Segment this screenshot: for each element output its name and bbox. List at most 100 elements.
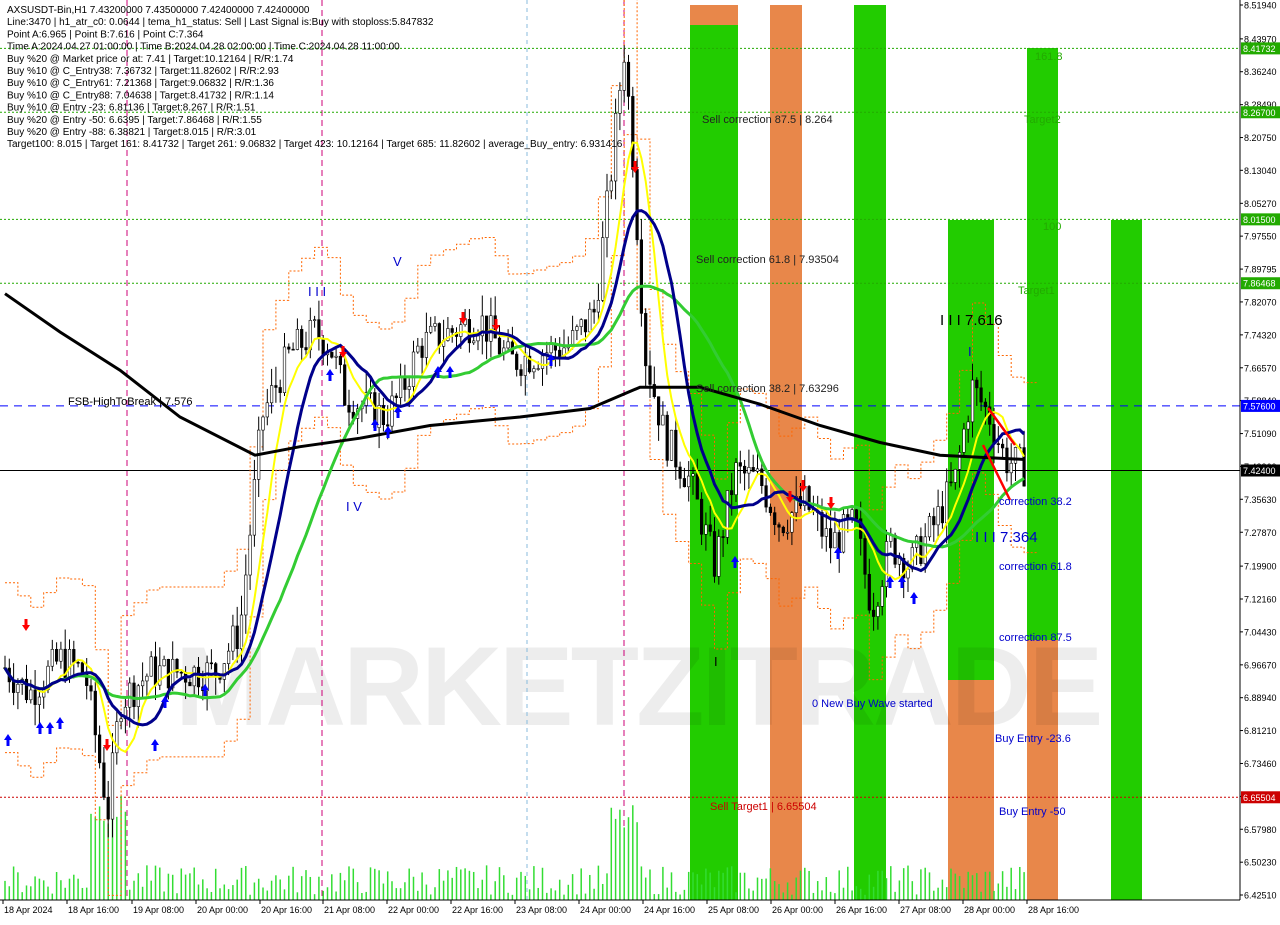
candle-bear (867, 573, 871, 611)
candle-bull (880, 586, 884, 607)
time-tick-label: 23 Apr 08:00 (516, 905, 567, 915)
candle-bear (975, 379, 979, 389)
info-line-6: Buy %10 @ C_Entry61: 7.21368 | Target:9.… (7, 78, 274, 89)
annotation-label: I V (346, 499, 362, 514)
candle-bear (153, 656, 158, 686)
candle-bear (188, 681, 192, 687)
candle-bear (656, 396, 661, 426)
candle-bear (940, 506, 944, 524)
candle-bull (261, 416, 265, 431)
candle-bear (33, 689, 37, 705)
candle-bull (704, 524, 708, 535)
candle-bull (231, 625, 235, 652)
price-tick-label: 6.73460 (1244, 759, 1277, 769)
candle-bull (734, 462, 738, 496)
candle-bull (244, 574, 248, 616)
annotation-label: Target2 (1024, 114, 1061, 126)
candle-bull (29, 689, 33, 701)
candle-bear (450, 328, 454, 333)
candle-bull (110, 752, 115, 820)
candle-bull (282, 346, 287, 393)
watermark: MARKETZITRADE (175, 624, 1100, 749)
price-tick-label: 6.42510 (1244, 891, 1277, 901)
candle-bear (76, 661, 80, 664)
candle-bear (347, 404, 351, 413)
candle-bull (145, 675, 149, 682)
annotation-label: correction 38.2 (999, 496, 1072, 508)
candle-bear (635, 169, 639, 241)
candle-bull (669, 429, 674, 461)
candle-bull (532, 368, 536, 373)
candle-bull (269, 385, 274, 404)
candle-bear (93, 690, 97, 736)
candle-bear (209, 662, 214, 665)
candle-bull (433, 323, 437, 327)
candle-bear (639, 239, 643, 314)
time-tick-label: 22 Apr 00:00 (388, 905, 439, 915)
candle-bear (996, 443, 1000, 445)
candle-bear (235, 625, 239, 650)
price-tick-label: 6.88940 (1244, 693, 1277, 703)
candle-bear (338, 355, 343, 366)
info-line-10: Buy %20 @ Entry -88: 6.38821 | Target:8.… (7, 127, 257, 138)
candle-bear (321, 338, 325, 356)
time-tick-label: 26 Apr 00:00 (772, 905, 823, 915)
candle-bull (605, 190, 609, 238)
candle-bear (497, 337, 502, 355)
candle-bull (850, 509, 854, 519)
price-tick-label: 8.13040 (1244, 166, 1277, 176)
candle-bull (50, 649, 54, 667)
annotation-label: FSB-HighToBreak | 7.576 (68, 396, 193, 408)
candle-bull (945, 481, 949, 524)
candle-bull (162, 658, 166, 667)
candle-bull (115, 721, 119, 754)
candle-bear (777, 524, 781, 528)
candle-bull (687, 475, 691, 488)
time-tick-label: 28 Apr 16:00 (1028, 905, 1079, 915)
candle-bear (386, 424, 390, 427)
price-label-text: 7.86468 (1243, 279, 1276, 289)
price-tick-label: 7.19900 (1244, 562, 1277, 572)
candle-bull (472, 340, 476, 344)
candle-bear (519, 369, 523, 376)
price-tick-label: 6.57980 (1244, 825, 1277, 835)
price-tick-label: 7.51090 (1244, 429, 1277, 439)
candle-bear (72, 649, 76, 663)
candle-bull (618, 90, 622, 114)
candle-bull (876, 606, 880, 617)
candle-bear (751, 467, 755, 472)
candle-bull (136, 685, 140, 707)
info-line-5: Buy %10 @ C_Entry38: 7.36732 | Target:11… (7, 66, 279, 77)
candle-bear (648, 365, 652, 385)
candle-bull (523, 355, 527, 376)
candle-bear (89, 685, 93, 692)
candle-bull (570, 330, 575, 346)
candle-bear (467, 319, 472, 344)
candle-bear (738, 462, 742, 467)
candle-bull (540, 355, 545, 369)
info-line-7: Buy %10 @ C_Entry88: 7.04638 | Target:8.… (7, 90, 274, 101)
time-tick-label: 24 Apr 00:00 (580, 905, 631, 915)
info-line-3: Time A:2024.04.27 01:00:00 | Time B:2024… (7, 42, 400, 53)
candle-bull (622, 61, 626, 91)
candle-bear (712, 531, 717, 577)
candle-bear (437, 323, 441, 347)
time-tick-label: 18 Apr 2024 (4, 905, 53, 915)
price-tick-label: 7.89795 (1244, 265, 1277, 275)
candle-bear (721, 536, 725, 538)
time-tick-label: 20 Apr 00:00 (197, 905, 248, 915)
candle-bear (420, 345, 424, 358)
candle-bear (403, 376, 407, 390)
candle-bull (717, 536, 721, 577)
candle-bear (484, 315, 489, 342)
candle-bull (725, 490, 729, 538)
price-chart[interactable]: MARKETZITRADE FSB-HighToBreak | 7.576 Sel… (0, 0, 1280, 920)
candle-bull (334, 355, 338, 358)
candle-bear (854, 509, 858, 520)
info-line-8: Buy %10 @ Entry -23: 6.81136 | Target:8.… (7, 103, 256, 114)
candle-bear (871, 609, 876, 617)
price-tick-label: 7.04430 (1244, 627, 1277, 637)
candle-bull (149, 656, 153, 677)
candle-bull (962, 428, 966, 453)
candle-bear (893, 534, 897, 565)
